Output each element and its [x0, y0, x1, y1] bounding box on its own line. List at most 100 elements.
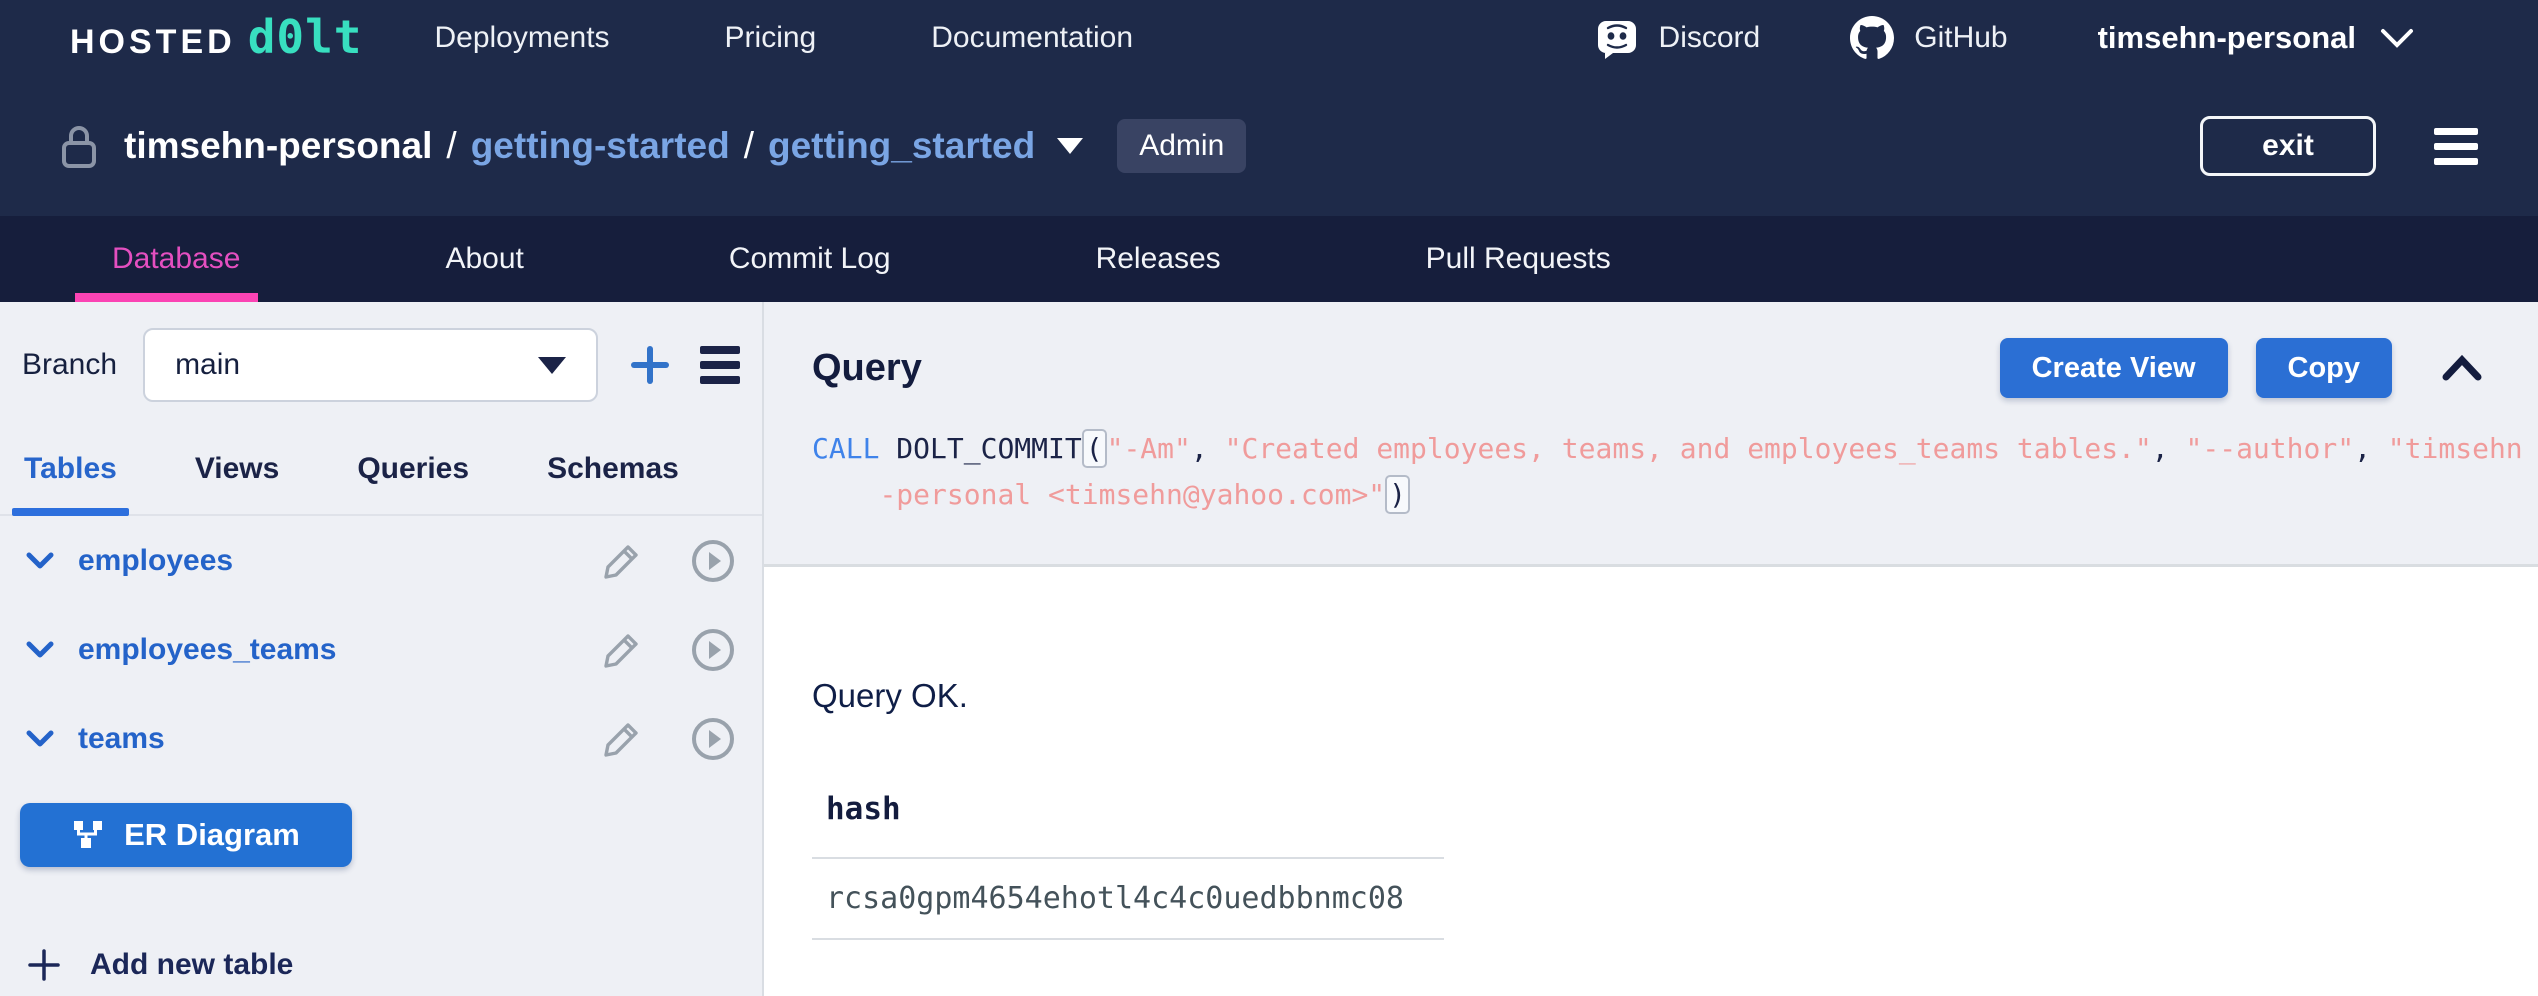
top-nav-link-documentation[interactable]: Documentation: [931, 21, 1133, 55]
top-nav-link-deployments[interactable]: Deployments: [434, 21, 609, 55]
tab-releases[interactable]: Releases: [1096, 242, 1221, 276]
run-table-play-icon[interactable]: [690, 538, 736, 584]
github-icon: [1850, 16, 1894, 60]
sql-token-plain: DOLT_COMMIT: [896, 432, 1081, 465]
github-label: GitHub: [1914, 21, 2007, 55]
top-nav-link-pricing[interactable]: Pricing: [725, 21, 817, 55]
table-name-link[interactable]: employees: [78, 544, 233, 578]
chevron-down-icon: [2380, 27, 2414, 49]
hosted-dolt-logo[interactable]: HOSTED d0lt: [70, 14, 362, 62]
edit-table-pencil-icon[interactable]: [602, 630, 642, 670]
add-new-table-button[interactable]: Add new table: [26, 947, 762, 983]
database-tab-bar: Database About Commit Log Releases Pull Requ…: [0, 216, 2538, 302]
chevron-down-icon[interactable]: [26, 552, 54, 570]
sidebar-tabs: Tables Views Queries Schemas: [0, 452, 762, 516]
sql-token-keyword: CALL: [812, 432, 896, 465]
sql-token-string: "Created employees, teams, and employees…: [1225, 432, 2152, 465]
breadcrumb-bar: timsehn-personal / getting-started / get…: [0, 76, 2538, 216]
breadcrumb-owner[interactable]: timsehn-personal: [124, 125, 432, 167]
database-dropdown-caret-icon[interactable]: [1057, 138, 1083, 154]
plus-icon: [26, 947, 62, 983]
sql-token-plain: [812, 478, 879, 511]
tab-pull-requests[interactable]: Pull Requests: [1426, 242, 1611, 276]
logo-hosted-text: HOSTED: [70, 23, 236, 62]
branch-label: Branch: [22, 348, 117, 382]
table-row-actions: [602, 716, 736, 762]
collapse-query-chevron-up-icon[interactable]: [2442, 355, 2482, 381]
query-title: Query: [812, 347, 922, 390]
tab-commit-log[interactable]: Commit Log: [729, 242, 891, 276]
chevron-down-icon[interactable]: [26, 641, 54, 659]
top-nav-bar: HOSTED d0lt Deployments Pricing Documentat…: [0, 0, 2538, 76]
copy-button[interactable]: Copy: [2256, 338, 2393, 398]
sidebar-tab-views[interactable]: Views: [195, 452, 280, 514]
branch-selector-row: Branch main: [0, 328, 762, 402]
er-diagram-button[interactable]: ER Diagram: [20, 803, 352, 867]
breadcrumb-right: exit: [2200, 116, 2478, 176]
sidebar-tab-tables[interactable]: Tables: [24, 452, 117, 514]
er-diagram-label: ER Diagram: [124, 817, 300, 853]
edit-table-pencil-icon[interactable]: [602, 541, 642, 581]
content-area: Branch main Tables Views Queries Schemas em…: [0, 302, 2538, 996]
breadcrumb-separator: /: [744, 125, 754, 167]
admin-role-badge: Admin: [1117, 119, 1246, 173]
github-link[interactable]: GitHub: [1850, 16, 2007, 60]
breadcrumb-database-link[interactable]: getting_started: [768, 125, 1035, 167]
run-table-play-icon[interactable]: [690, 716, 736, 762]
tab-database[interactable]: Database: [112, 242, 240, 276]
discord-label: Discord: [1659, 21, 1761, 55]
add-branch-button[interactable]: [628, 343, 672, 387]
sql-token-plain: ,: [2354, 432, 2388, 465]
table-name-link[interactable]: employees_teams: [78, 633, 337, 667]
run-table-play-icon[interactable]: [690, 627, 736, 673]
breadcrumb-deployment-link[interactable]: getting-started: [471, 125, 730, 167]
sidebar: Branch main Tables Views Queries Schemas em…: [0, 302, 764, 996]
table-row-actions: [602, 538, 736, 584]
breadcrumb-separator: /: [446, 125, 456, 167]
query-header: Query Create View Copy: [812, 338, 2482, 398]
branch-select[interactable]: main: [143, 328, 598, 402]
sql-token-string: "-Am": [1107, 432, 1191, 465]
branch-select-value: main: [175, 348, 240, 382]
query-section: Query Create View Copy CALL DOLT_COMMIT(…: [764, 302, 2538, 567]
table-name-link[interactable]: teams: [78, 722, 165, 756]
sql-token-string: -personal <timsehn@yahoo.com>": [879, 478, 1385, 511]
er-diagram-icon: [72, 819, 104, 851]
sql-line: CALL DOLT_COMMIT("-Am", "Created employe…: [812, 426, 2482, 472]
result-column-header: hash: [812, 791, 1444, 859]
table-row-teams: teams: [0, 694, 762, 783]
query-status-text: Query OK.: [812, 677, 2482, 715]
chevron-down-icon[interactable]: [26, 730, 54, 748]
sidebar-tab-schemas[interactable]: Schemas: [547, 452, 679, 514]
discord-icon: [1595, 16, 1639, 60]
hamburger-menu-icon[interactable]: [2434, 128, 2478, 165]
lock-icon: [60, 122, 98, 170]
table-list: employees employees_teams teams: [0, 516, 762, 783]
table-row-actions: [602, 627, 736, 673]
select-caret-icon: [538, 357, 566, 374]
exit-button[interactable]: exit: [2200, 116, 2376, 176]
create-view-button[interactable]: Create View: [2000, 338, 2228, 398]
hosted-dolt-app: HOSTED d0lt Deployments Pricing Documentat…: [0, 0, 2538, 996]
sql-line: -personal <timsehn@yahoo.com>"): [812, 472, 2482, 518]
top-nav-links: Deployments Pricing Documentation: [434, 21, 1133, 55]
sql-token-string: "timsehn: [2388, 432, 2523, 465]
query-actions: Create View Copy: [2000, 338, 2482, 398]
discord-link[interactable]: Discord: [1595, 16, 1761, 60]
sql-query-editor[interactable]: CALL DOLT_COMMIT("-Am", "Created employe…: [812, 426, 2482, 518]
result-table-row: rcsa0gpm4654ehotl4c4c0uedbbnmc08: [812, 859, 1444, 940]
user-name: timsehn-personal: [2098, 20, 2356, 56]
table-row-employees: employees: [0, 516, 762, 605]
result-table: hash rcsa0gpm4654ehotl4c4c0uedbbnmc08: [812, 791, 1444, 940]
branch-list-menu-icon[interactable]: [700, 346, 740, 384]
tab-about[interactable]: About: [445, 242, 523, 276]
sql-token-bracket: (: [1082, 429, 1107, 468]
logo-dolt-text: d0lt: [248, 14, 363, 60]
main-panel: Query Create View Copy CALL DOLT_COMMIT(…: [764, 302, 2538, 996]
user-menu[interactable]: timsehn-personal: [2098, 20, 2414, 56]
edit-table-pencil-icon[interactable]: [602, 719, 642, 759]
sql-token-string: "--author": [2186, 432, 2355, 465]
sidebar-tab-queries[interactable]: Queries: [357, 452, 469, 514]
active-tab-underline: [75, 293, 258, 302]
breadcrumb: timsehn-personal / getting-started / get…: [60, 119, 1246, 173]
